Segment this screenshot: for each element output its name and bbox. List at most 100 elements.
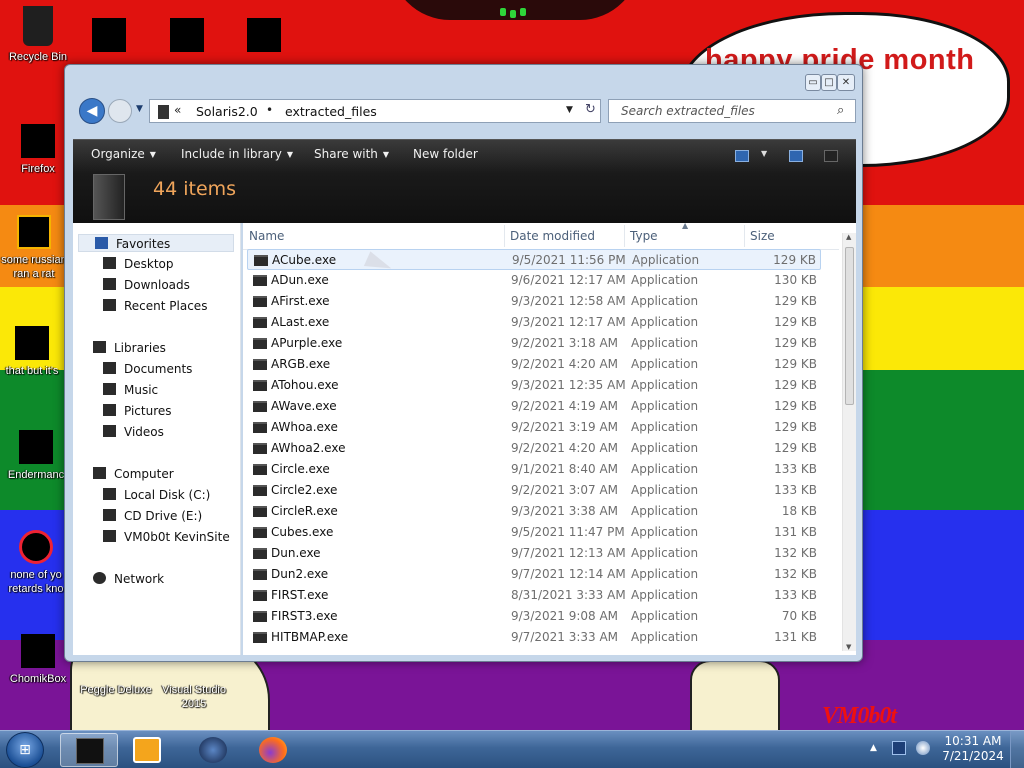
nav-local-disk[interactable]: Local Disk (C:) [103, 486, 210, 504]
file-row[interactable]: ADun.exe 9/6/2021 12:17 AM Application 130 … [247, 270, 821, 291]
nav-cd-drive[interactable]: CD Drive (E:) [103, 507, 202, 525]
taskbar-media-player-button[interactable] [118, 733, 176, 767]
column-size[interactable]: Size [750, 229, 775, 243]
new-folder-button[interactable]: New folder [413, 147, 478, 161]
change-view-icon[interactable] [735, 150, 749, 162]
file-row[interactable]: Dun.exe 9/7/2021 12:13 AM Application 132 K… [247, 543, 821, 564]
recent-pages-dropdown[interactable]: ▼ [136, 104, 143, 114]
nav-recent-places[interactable]: Recent Places [103, 297, 207, 315]
close-button[interactable]: ✕ [837, 74, 855, 91]
nav-label: Desktop [124, 257, 174, 271]
nav-downloads[interactable]: Downloads [103, 276, 190, 294]
share-with-button[interactable]: Share with ▼ [314, 147, 389, 161]
forward-button[interactable] [108, 99, 132, 123]
file-row[interactable]: Dun2.exe 9/7/2021 12:14 AM Application 132 … [247, 564, 821, 585]
file-row[interactable]: AFirst.exe 9/3/2021 12:58 AM Application 12… [247, 291, 821, 312]
file-name: ALast.exe [271, 315, 330, 329]
taskbar-explorer-button[interactable] [60, 733, 118, 767]
file-row[interactable]: AWhoa.exe 9/2/2021 3:19 AM Application 129 … [247, 417, 821, 438]
address-box[interactable]: « Solaris2.0 • extracted_files ▼ ↻ [149, 99, 601, 123]
column-divider[interactable] [504, 225, 505, 247]
view-options-dropdown[interactable]: ▼ [761, 149, 767, 158]
desktop-icon-redacted[interactable] [247, 18, 281, 56]
desktop-icon-recycle-bin[interactable]: Recycle Bin [2, 6, 74, 64]
title-bar[interactable]: ▭ □ ✕ [65, 65, 862, 97]
share-with-label: Share with [314, 147, 378, 161]
vertical-scrollbar[interactable]: ▲ ▼ [842, 233, 856, 651]
file-row[interactable]: CircleR.exe 9/3/2021 3:38 AM Application 18… [247, 501, 821, 522]
show-desktop-button[interactable] [1010, 731, 1024, 768]
desktop-icon-that-but-its[interactable]: that but it's [0, 326, 68, 378]
file-date: 9/7/2021 3:33 AM [511, 630, 619, 644]
file-row[interactable]: ALast.exe 9/3/2021 12:17 AM Application 129… [247, 312, 821, 333]
column-date-modified[interactable]: Date modified [510, 229, 595, 243]
nav-favorites[interactable]: Favorites [78, 234, 234, 252]
file-name: Circle2.exe [271, 483, 338, 497]
breadcrumb-solaris[interactable]: Solaris2.0 [196, 104, 258, 119]
desktop-icon-peggle-deluxe[interactable]: Peggle Deluxe [80, 683, 152, 697]
search-input[interactable] [609, 100, 829, 122]
refresh-icon[interactable]: ↻ [585, 102, 596, 117]
nav-videos[interactable]: Videos [103, 423, 164, 441]
file-row[interactable]: AWave.exe 9/2/2021 4:19 AM Application 129 … [247, 396, 821, 417]
file-row[interactable]: ATohou.exe 9/3/2021 12:35 AM Application 12… [247, 375, 821, 396]
desktop-icon-redacted[interactable] [92, 18, 126, 56]
column-name[interactable]: Name [249, 229, 284, 243]
nav-vm0b0t-kevinsite[interactable]: VM0b0t KevinSite [103, 528, 230, 546]
nav-network[interactable]: Network [93, 570, 164, 588]
music-icon [103, 383, 116, 395]
include-in-library-button[interactable]: Include in library ▼ [181, 147, 293, 161]
scrollbar-thumb[interactable] [845, 247, 854, 405]
minimize-button[interactable]: ▭ [805, 74, 821, 91]
nav-documents[interactable]: Documents [103, 360, 192, 378]
file-row[interactable]: Circle2.exe 9/2/2021 3:07 AM Application 13… [247, 480, 821, 501]
file-date: 9/3/2021 3:38 AM [511, 504, 619, 518]
file-row[interactable]: APurple.exe 9/2/2021 3:18 AM Application 12… [247, 333, 821, 354]
scroll-down-icon[interactable]: ▼ [846, 643, 851, 651]
file-name: ACube.exe [272, 253, 337, 267]
nav-desktop[interactable]: Desktop [103, 255, 174, 273]
help-icon[interactable] [824, 150, 838, 162]
back-button[interactable]: ◀ [79, 98, 105, 124]
downloads-icon [103, 278, 116, 290]
address-dropdown[interactable]: ▼ [566, 105, 573, 115]
file-type: Application [631, 315, 699, 329]
nav-music[interactable]: Music [103, 381, 158, 399]
application-icon [253, 443, 267, 454]
desktop-icon-endermanc[interactable]: Endermanc [0, 430, 72, 482]
organize-button[interactable]: Organize ▼ [91, 147, 156, 161]
file-row[interactable]: Circle.exe 9/1/2021 8:40 AM Application 133… [247, 459, 821, 480]
desktop-icon-none-of-yo[interactable]: none of yo retards kno [0, 530, 72, 596]
star-icon [95, 237, 108, 249]
column-divider[interactable] [744, 225, 745, 247]
scroll-up-icon[interactable]: ▲ [846, 233, 851, 241]
breadcrumb-chevron[interactable]: « [174, 103, 181, 117]
file-row[interactable]: ACube.exe 9/5/2021 11:56 PM Application 129… [247, 249, 821, 270]
breadcrumb-extracted-files[interactable]: extracted_files [285, 104, 377, 119]
search-icon[interactable]: ⌕ [837, 103, 844, 118]
network-tray-icon[interactable] [892, 741, 906, 755]
file-row[interactable]: ARGB.exe 9/2/2021 4:20 AM Application 129 K… [247, 354, 821, 375]
preview-pane-icon[interactable] [789, 150, 803, 162]
file-row[interactable]: HITBMAP.exe 9/7/2021 3:33 AM Application 13… [247, 627, 821, 648]
nav-computer[interactable]: Computer [93, 465, 174, 483]
file-row[interactable]: FIRST3.exe 9/3/2021 9:08 AM Application 70 … [247, 606, 821, 627]
maximize-button[interactable]: □ [821, 74, 837, 91]
desktop-icon-redacted[interactable] [170, 18, 204, 56]
show-hidden-icons-button[interactable]: ▲ [870, 743, 877, 753]
column-divider[interactable] [624, 225, 625, 247]
taskbar-browser-button[interactable] [184, 733, 242, 767]
nav-libraries[interactable]: Libraries [93, 339, 166, 357]
column-type[interactable]: Type [630, 229, 658, 243]
file-row[interactable]: FIRST.exe 8/31/2021 3:33 AM Application 133… [247, 585, 821, 606]
breadcrumb-separator[interactable]: • [266, 103, 273, 117]
file-row[interactable]: Cubes.exe 9/5/2021 11:47 PM Application 131… [247, 522, 821, 543]
start-button[interactable]: ⊞ [6, 732, 44, 768]
desktop-icon-russian-rat[interactable]: some russian ran a rat [0, 215, 70, 281]
clock[interactable]: 10:31 AM 7/21/2024 [936, 734, 1010, 764]
volume-tray-icon[interactable] [916, 741, 930, 755]
nav-pictures[interactable]: Pictures [103, 402, 172, 420]
file-row[interactable]: AWhoa2.exe 9/2/2021 4:20 AM Application 129… [247, 438, 821, 459]
taskbar-firefox-button[interactable] [244, 733, 302, 767]
desktop-icon-visual-studio[interactable]: Visual Studio 2015 [158, 683, 230, 711]
